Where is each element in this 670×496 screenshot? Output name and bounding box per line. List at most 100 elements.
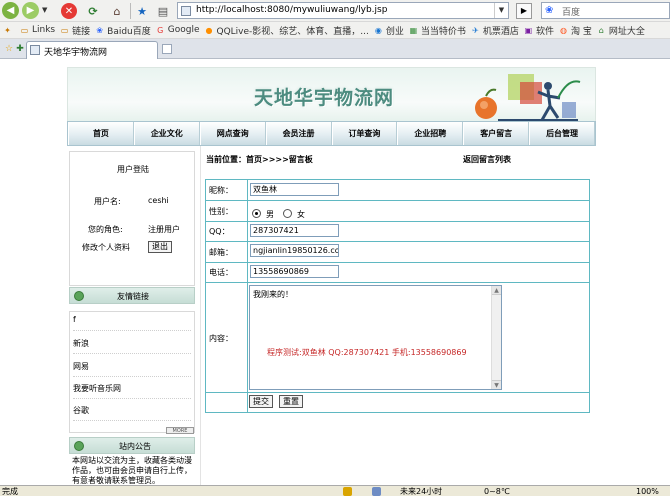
status-text: 完成 xyxy=(2,487,18,496)
content-line2: 程序测试:双鱼林 QQ:287307421 手机:13558690869 xyxy=(267,348,467,357)
link-item[interactable]: 新浪 xyxy=(73,338,89,349)
bookmark-item[interactable]: ▭ 链接 xyxy=(57,22,92,39)
gender-female-radio[interactable] xyxy=(283,209,292,218)
tabs-bar: ☆ ✚ 天地华宇物流网 xyxy=(0,39,670,59)
edit-profile-link[interactable]: 修改个人资料 xyxy=(82,242,130,253)
link-item[interactable]: f xyxy=(73,315,76,324)
taobao-icon: ◍ xyxy=(559,25,567,35)
bookmark-item[interactable]: ⌂ 网址大全 xyxy=(594,22,647,39)
bookmarks-menu[interactable]: ✦ xyxy=(0,22,17,39)
home-icon[interactable]: ⌂ xyxy=(109,3,125,19)
nav-home[interactable]: 首页 xyxy=(68,122,134,145)
back-to-list-link[interactable]: 返回留言列表 xyxy=(463,154,511,165)
content-textarea[interactable]: 我刚来的！ 程序测试:双鱼林 QQ:287307421 手机:135586908… xyxy=(249,285,502,390)
page-icon xyxy=(30,45,40,55)
scroll-down-icon[interactable]: ▼ xyxy=(492,380,501,389)
link-item[interactable]: 网易 xyxy=(73,361,89,372)
email-label: 邮箱： xyxy=(209,248,233,257)
globe-icon xyxy=(74,291,84,301)
bookmark-icon[interactable]: ★ xyxy=(134,3,150,19)
content-line1: 我刚来的！ xyxy=(253,290,293,299)
baidu-icon: ❀ xyxy=(96,25,103,35)
email-input[interactable]: ngjianlin19850126.com xyxy=(250,244,339,257)
nav-guestbook[interactable]: 客户留言 xyxy=(463,122,530,145)
nav-branch-search[interactable]: 网点查询 xyxy=(199,122,266,145)
plane-icon: ✈ xyxy=(472,25,479,35)
address-url[interactable]: http://localhost:8080/mywuliuwang/lyb.js… xyxy=(196,5,387,15)
forward-arrow-icon[interactable]: ▶ xyxy=(22,2,39,19)
link-item[interactable]: 谷歌 xyxy=(73,405,89,416)
qq-label: QQ： xyxy=(209,227,230,236)
weather-icon xyxy=(372,487,381,496)
bookmark-item[interactable]: ❀ Baidu百度 xyxy=(92,22,153,39)
print-icon[interactable]: ▤ xyxy=(155,3,171,19)
gender-male-label: 男 xyxy=(266,210,274,219)
new-tab-button[interactable] xyxy=(162,44,172,54)
star-icon: ✦ xyxy=(4,25,11,35)
nav-register[interactable]: 会员注册 xyxy=(265,122,332,145)
gender-male-radio[interactable] xyxy=(252,209,261,218)
bookmark-item[interactable]: ◉ 创业 xyxy=(371,22,406,39)
qqlive-icon: ● xyxy=(205,25,213,35)
bookmarks-bar: ✦ ▭ Links ▭ 链接 ❀ Baidu百度 G Google ● QQLive-影视… xyxy=(0,22,670,39)
content-label: 内容： xyxy=(209,334,233,343)
folder-icon: ▭ xyxy=(60,25,69,35)
gender-label: 性别： xyxy=(209,207,233,216)
search-placeholder: 百度 xyxy=(562,8,581,18)
username-value: ceshi xyxy=(148,196,169,205)
refresh-icon[interactable]: ⟳ xyxy=(85,3,101,19)
history-dropdown-icon[interactable]: ▼ xyxy=(42,6,50,14)
google-icon: G xyxy=(157,25,164,35)
globe-icon xyxy=(74,441,84,451)
stop-icon[interactable]: ✕ xyxy=(61,3,77,19)
go-arrow-icon[interactable]: ▶ xyxy=(516,3,532,19)
security-icon xyxy=(343,487,352,496)
zoom-level[interactable]: 100% xyxy=(636,486,659,496)
textarea-scrollbar[interactable]: ▲ ▼ xyxy=(491,286,501,389)
nickname-label: 昵称： xyxy=(209,186,233,195)
web-icon: ◉ xyxy=(374,25,382,35)
site-banner: 天地华宇物流网 xyxy=(67,67,596,127)
nickname-input[interactable]: 双鱼林 xyxy=(250,183,339,196)
software-icon: ▣ xyxy=(524,25,533,35)
browser-toolbar: ◀ ▶ ▼ ✕ ⟳ ⌂ ★ ▤ http://localhost:8080/my… xyxy=(0,0,670,22)
nav-admin[interactable]: 后台管理 xyxy=(529,122,595,145)
tab-active[interactable]: 天地华宇物流网 xyxy=(26,41,158,59)
phone-input[interactable]: 13558690869 xyxy=(250,265,339,278)
bookmark-item[interactable]: ▣ 软件 xyxy=(521,22,556,39)
address-bar[interactable]: http://localhost:8080/mywuliuwang/lyb.js… xyxy=(177,2,509,19)
bookmark-item[interactable]: G Google xyxy=(153,22,202,39)
link-item[interactable]: 我要听音乐网 xyxy=(73,383,121,394)
scroll-up-icon[interactable]: ▲ xyxy=(492,286,501,295)
address-dropdown-icon[interactable]: ▼ xyxy=(494,3,508,18)
logout-button[interactable]: 退出 xyxy=(148,241,172,253)
back-arrow-icon[interactable]: ◀ xyxy=(2,2,19,19)
nav-culture[interactable]: 企业文化 xyxy=(133,122,200,145)
reset-button[interactable]: 重置 xyxy=(279,395,303,408)
breadcrumb: 当前位置：首页>>>>留言板 xyxy=(206,155,313,164)
bookmark-item[interactable]: ◍ 淘 宝 xyxy=(556,22,594,39)
search-box[interactable]: ❀ 百度 xyxy=(541,2,670,19)
hao123-icon: ⌂ xyxy=(598,25,604,35)
nav-order-search[interactable]: 订单查询 xyxy=(331,122,398,145)
forecast-label: 未来24小时 xyxy=(400,487,443,496)
bookmark-item[interactable]: ▭ Links xyxy=(17,22,57,39)
gender-female-label: 女 xyxy=(297,210,305,219)
more-links-button[interactable]: MORE xyxy=(166,427,194,434)
bookmark-item[interactable]: ✈ 机票酒店 xyxy=(468,22,521,39)
login-panel: 用户登陆 用户名: ceshi 您的角色: 注册用户 修改个人资料 退出 xyxy=(69,151,195,286)
nav-jobs[interactable]: 企业招聘 xyxy=(397,122,464,145)
page-icon xyxy=(181,6,191,16)
dangdang-icon: ▦ xyxy=(409,25,418,35)
baidu-paw-icon: ❀ xyxy=(545,5,554,16)
friend-links-heading: 友情链接 xyxy=(117,292,149,301)
add-favorite-icon[interactable]: ✚ xyxy=(14,43,26,55)
bookmark-item[interactable]: ▦ 当当特价书 xyxy=(406,22,468,39)
role-value: 注册用户 xyxy=(148,225,180,234)
notice-text: 本网站以交流为主，收藏各类动漫作品，也可由会员申请自行上传，有意者敬请联系管理员… xyxy=(72,456,192,485)
bookmark-item[interactable]: ● QQLive-影视、综艺、体育、直播，... xyxy=(202,22,371,39)
phone-label: 电话： xyxy=(209,268,233,277)
submit-button[interactable]: 提交 xyxy=(249,395,273,408)
folder-icon: ▭ xyxy=(20,25,29,35)
qq-input[interactable]: 287307421 xyxy=(250,224,339,237)
